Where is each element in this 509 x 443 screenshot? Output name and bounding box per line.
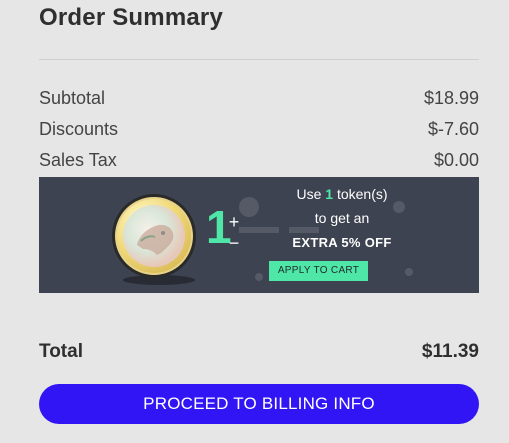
coin-face-icon (137, 224, 174, 255)
subtotal-row: Subtotal $18.99 (39, 86, 479, 110)
promo-line-to-get: to get an (314, 210, 370, 226)
promo-line-use-tokens: Use 1 token(s) (296, 186, 388, 202)
total-value: $11.39 (421, 341, 479, 362)
token-increment-button[interactable]: + (227, 213, 241, 231)
token-promo-banner: 1 + − Use 1 token(s) to get an EXTRA 5% … (39, 177, 479, 293)
discounts-label: Discounts (39, 118, 119, 139)
summary-divider (39, 59, 479, 60)
total-row: Total $11.39 (39, 340, 479, 364)
subtotal-value: $18.99 (423, 87, 479, 108)
sales-tax-label: Sales Tax (39, 149, 117, 170)
promo-token-number: 1 (325, 186, 334, 202)
subtotal-label: Subtotal (39, 87, 106, 108)
promo-line-discount: EXTRA 5% OFF (292, 235, 392, 250)
discounts-value: $-7.60 (427, 118, 479, 139)
order-summary-title: Order Summary (39, 4, 224, 31)
total-label: Total (39, 341, 83, 362)
sales-tax-value: $0.00 (433, 149, 479, 170)
discounts-row: Discounts $-7.60 (39, 117, 479, 141)
apply-to-cart-button[interactable]: APPLY TO CART (269, 261, 368, 281)
token-coin-icon (112, 194, 196, 278)
proceed-to-billing-button[interactable]: PROCEED TO BILLING INFO (39, 384, 479, 424)
sales-tax-row: Sales Tax $0.00 (39, 148, 479, 172)
token-decrement-button[interactable]: − (227, 234, 241, 252)
